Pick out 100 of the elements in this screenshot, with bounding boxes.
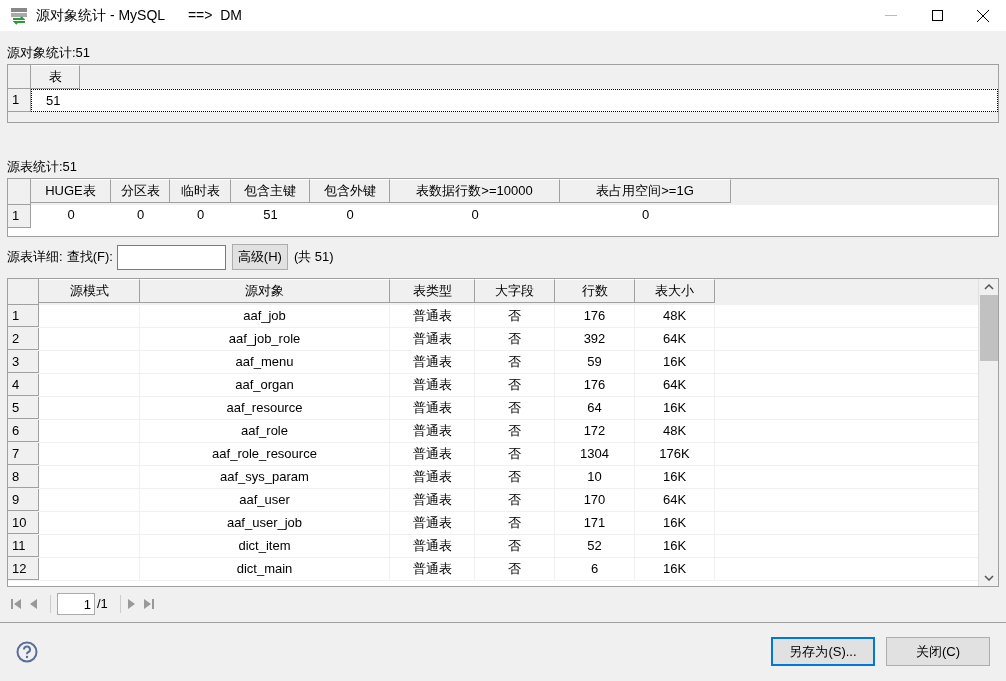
table-cell-text: 170 — [583, 491, 606, 510]
table-cell-text: 普通表 — [412, 422, 452, 441]
table-cell-text: 48K — [662, 422, 687, 441]
table-cell-text: 普通表 — [412, 468, 452, 487]
table-cell-text: 6 — [590, 560, 599, 579]
column-header[interactable]: 包含外键 — [310, 179, 390, 203]
table-cell-text: 0 — [640, 206, 651, 224]
table-cell-text: 否 — [508, 376, 521, 395]
row-number: 2 — [8, 328, 39, 350]
table-cell-text: 普通表 — [412, 330, 452, 349]
table-cell-text: 普通表 — [412, 560, 452, 579]
table-cell-text: aaf_sys_param — [220, 468, 309, 487]
table-cell-text: 64K — [662, 330, 687, 349]
scroll-thumb[interactable] — [979, 295, 998, 361]
row-number: 1 — [8, 205, 31, 228]
table-cell-text: 51 — [45, 91, 61, 110]
table-cell-text: 176K — [659, 445, 690, 464]
first-page-icon[interactable] — [10, 598, 22, 610]
table-cell-text: 16K — [662, 399, 687, 418]
search-field[interactable] — [116, 244, 226, 270]
table-cell-text: 否 — [508, 399, 521, 418]
column-header[interactable]: 表 — [31, 65, 80, 89]
column-header[interactable]: 分区表 — [111, 179, 170, 203]
table-cell-text: 176 — [583, 376, 606, 395]
app-icon — [10, 6, 28, 25]
row-number: 4 — [8, 374, 39, 396]
table-cell-text: aaf_organ — [235, 376, 294, 395]
table-cell-text: 0 — [345, 206, 355, 224]
table-cell-text: aaf_menu — [235, 353, 294, 372]
table-cell-text: 10 — [587, 468, 602, 487]
table-cell-text: 0 — [195, 206, 206, 224]
scroll-up-icon[interactable] — [983, 284, 994, 290]
last-page-icon[interactable] — [142, 598, 155, 610]
column-header[interactable]: 表类型 — [390, 279, 475, 303]
row-number: 5 — [8, 397, 39, 419]
table-cell-text: 否 — [508, 330, 521, 349]
table-cell-text: dict_item — [238, 537, 291, 556]
table-cell-text: aaf_user_job — [226, 514, 303, 533]
section-label: 源表统计:51 — [7, 158, 79, 177]
table-cell-text: aaf_job — [243, 307, 286, 326]
help-icon[interactable] — [16, 640, 38, 663]
maximize-icon — [931, 10, 943, 21]
table-cell-text: 16K — [662, 514, 687, 533]
table-cell-text: 否 — [508, 307, 521, 326]
table-cell-text: 否 — [508, 491, 521, 510]
column-header[interactable]: 源模式 — [39, 279, 140, 303]
scroll-down-icon[interactable] — [983, 575, 994, 581]
section-label: 源对象统计:51 — [7, 44, 92, 63]
table-cell-text: 51 — [262, 206, 279, 224]
table-cell-text: 否 — [508, 514, 521, 533]
row-number: 7 — [8, 443, 39, 465]
table-cell-text: 64K — [662, 376, 687, 395]
column-header[interactable]: 大字段 — [475, 279, 555, 303]
dialog-button[interactable]: 关闭(C) — [886, 637, 990, 667]
table-cell-text: 普通表 — [412, 537, 452, 556]
close-icon — [977, 9, 989, 22]
page-total: /1 — [97, 595, 108, 614]
column-header[interactable]: 包含主键 — [231, 179, 310, 203]
table-cell-text: 普通表 — [412, 353, 452, 372]
table-cell-text: 普通表 — [412, 399, 452, 418]
table-cell-text: 16K — [662, 468, 687, 487]
table-cell-text: 0 — [135, 206, 146, 224]
previous-page-icon[interactable] — [28, 598, 38, 610]
row-number: 3 — [8, 351, 39, 373]
total-count: (共 51) — [293, 248, 334, 267]
table-cell-text: 普通表 — [412, 514, 452, 533]
row-number: 10 — [8, 512, 39, 534]
column-header[interactable]: 表占用空间>=1G — [560, 179, 731, 203]
column-header[interactable]: 表数据行数>=10000 — [390, 179, 560, 203]
column-header[interactable]: 行数 — [555, 279, 635, 303]
dialog-button[interactable]: 另存为(S)... — [771, 637, 875, 667]
table-cell-text: 64K — [662, 491, 687, 510]
table-cell-text: 59 — [587, 353, 602, 372]
minimize-icon — [885, 15, 897, 16]
column-header[interactable]: 临时表 — [170, 179, 231, 203]
table-cell-text: 16K — [662, 537, 687, 556]
row-number: 11 — [8, 535, 39, 557]
table-cell-text: 普通表 — [412, 376, 452, 395]
advanced-button[interactable]: 高级(H) — [231, 244, 288, 270]
row-number: 1 — [8, 89, 31, 112]
table-cell-text: aaf_role_resource — [212, 445, 317, 464]
table-cell-text: 否 — [508, 468, 521, 487]
table-cell-text: 16K — [662, 353, 687, 372]
window-title: 源对象统计 - MySQL ==> DM — [36, 6, 242, 25]
column-header[interactable]: 表大小 — [635, 279, 715, 303]
table-cell-text: 48K — [662, 307, 687, 326]
table-cell-text: 否 — [508, 422, 521, 441]
table-cell-text: 176 — [583, 307, 606, 326]
table-cell-text: 64 — [587, 399, 602, 418]
table-cell-text: 171 — [583, 514, 606, 533]
table-cell-text: 0 — [470, 206, 480, 224]
column-header[interactable]: 源对象 — [140, 279, 390, 303]
table-cell-text: dict_main — [236, 560, 293, 579]
table-cell-text: 否 — [508, 560, 521, 579]
table-cell-text: aaf_resource — [226, 399, 303, 418]
scrollbar[interactable] — [978, 279, 998, 586]
page-field[interactable]: 1 — [57, 593, 95, 615]
column-header[interactable]: HUGE表 — [31, 179, 111, 203]
next-page-icon[interactable] — [126, 598, 137, 610]
table-cell-text: 普通表 — [412, 491, 452, 510]
